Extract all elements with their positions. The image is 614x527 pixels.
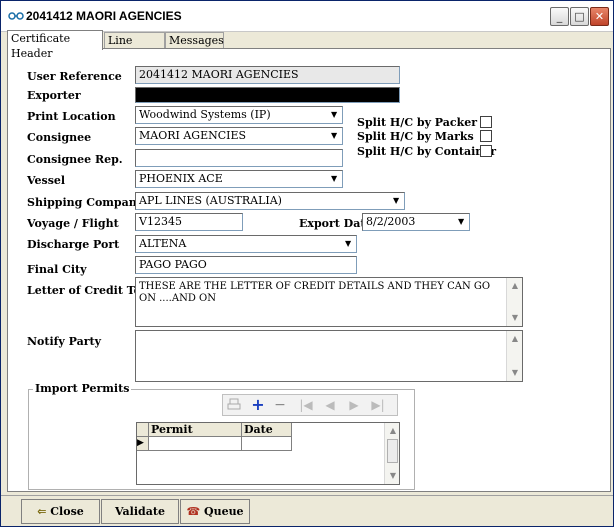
first-record-icon[interactable]: |◀ — [295, 396, 317, 414]
tab-line-items[interactable]: Line Items — [104, 32, 165, 62]
row-header-corner — [137, 423, 149, 437]
scroll-down-icon[interactable]: ▼ — [508, 366, 522, 380]
scroll-up-icon[interactable]: ▲ — [386, 424, 400, 438]
discharge-port-value: ALTENA — [139, 237, 187, 250]
remove-permit-button[interactable]: − — [269, 396, 291, 414]
permits-navigator: + − |◀ ◀ ▶ ▶| — [222, 394, 398, 416]
consignee-select[interactable]: MAORI AGENCIES — [135, 127, 343, 145]
print-location-value: Woodwind Systems (IP) — [139, 108, 271, 121]
row-marker-icon: ▶ — [137, 437, 149, 451]
title-bar: 2041412 MAORI AGENCIES _ □ ✕ — [1, 1, 613, 32]
permits-grid-scrollbar[interactable]: ▲ ▼ — [384, 423, 399, 484]
chevron-down-icon[interactable] — [454, 214, 469, 230]
import-permits-title: Import Permits — [33, 382, 132, 395]
letter-of-credit-textarea[interactable]: THESE ARE THE LETTER OF CREDIT DETAILS A… — [135, 277, 523, 327]
permit-number-header[interactable]: Permit Number — [149, 423, 242, 449]
notify-party-scrollbar[interactable]: ▲ ▼ — [506, 331, 522, 381]
voyage-flight-label: Voyage / Flight — [27, 217, 119, 230]
queue-button-label: Queue It — [203, 505, 244, 518]
print-icon[interactable] — [223, 396, 245, 414]
split-marks-label: Split H/C by Marks — [357, 130, 474, 143]
scroll-down-icon[interactable]: ▼ — [386, 469, 400, 483]
window-title: 2041412 MAORI AGENCIES — [26, 9, 182, 23]
prev-record-icon[interactable]: ◀ — [319, 396, 341, 414]
export-date-select[interactable]: 8/2/2003 — [362, 213, 470, 231]
consignee-value: MAORI AGENCIES — [139, 129, 247, 142]
exit-icon: ⇐ — [37, 505, 47, 518]
user-reference-label: User Reference — [27, 70, 122, 83]
tab-messages[interactable]: Messages — [165, 32, 224, 49]
date-cell[interactable] — [242, 437, 292, 451]
application-window: 2041412 MAORI AGENCIES _ □ ✕ Certificate… — [0, 0, 614, 527]
phone-icon: ☎ — [186, 505, 201, 518]
last-record-icon[interactable]: ▶| — [367, 396, 389, 414]
notify-party-textarea[interactable]: ▲ ▼ — [135, 330, 523, 382]
maximize-button[interactable]: □ — [570, 7, 589, 26]
chevron-down-icon[interactable] — [389, 193, 404, 209]
minimize-button[interactable]: _ — [550, 7, 569, 26]
chevron-down-icon[interactable] — [327, 107, 342, 123]
certificate-header-panel: User Reference 2041412 MAORI AGENCIES Ex… — [7, 48, 611, 492]
vessel-value: PHOENIX ACE — [139, 172, 223, 185]
footer-bar: ⇐ Close Validate ☎ Queue It — [1, 495, 613, 526]
app-icon — [8, 12, 24, 20]
consignee-label: Consignee — [27, 131, 92, 144]
letter-of-credit-text: THESE ARE THE LETTER OF CREDIT DETAILS A… — [139, 281, 491, 304]
shipping-company-select[interactable]: APL LINES (AUSTRALIA) — [135, 192, 405, 210]
split-container-checkbox[interactable] — [480, 145, 492, 157]
letter-of-credit-scrollbar[interactable]: ▲ ▼ — [506, 278, 522, 326]
notify-party-label: Notify Party — [27, 335, 101, 348]
vessel-label: Vessel — [27, 174, 66, 187]
chevron-down-icon[interactable] — [327, 128, 342, 144]
import-permits-group: Import Permits + − |◀ ◀ ▶ ▶| Permit Numb… — [28, 382, 415, 490]
close-button-label: Close — [50, 505, 84, 518]
user-reference-field[interactable]: 2041412 MAORI AGENCIES — [135, 66, 400, 84]
discharge-port-select[interactable]: ALTENA — [135, 235, 357, 253]
tab-certificate-header[interactable]: Certificate Header — [7, 30, 103, 60]
consignee-rep-field[interactable] — [135, 149, 343, 167]
split-packer-label: Split H/C by Packer — [357, 116, 478, 129]
vessel-select[interactable]: PHOENIX ACE — [135, 170, 343, 188]
scroll-thumb[interactable] — [387, 439, 398, 463]
export-date-value: 8/2/2003 — [366, 215, 416, 228]
final-city-field[interactable]: PAGO PAGO — [135, 256, 357, 274]
scroll-down-icon[interactable]: ▼ — [508, 311, 522, 325]
exporter-field[interactable] — [135, 87, 400, 103]
validate-button-label: Validate — [115, 505, 165, 518]
date-header[interactable]: Date — [242, 423, 292, 437]
shipping-company-label: Shipping Company — [27, 196, 144, 209]
discharge-port-label: Discharge Port — [27, 238, 120, 251]
next-record-icon[interactable]: ▶ — [343, 396, 365, 414]
permits-grid[interactable]: Permit Number Date ▶ ▲ ▼ — [136, 422, 400, 485]
exporter-label: Exporter — [27, 89, 81, 102]
final-city-label: Final City — [27, 263, 87, 276]
permit-number-cell[interactable] — [149, 437, 242, 451]
queue-button[interactable]: ☎ Queue It — [180, 499, 250, 524]
scroll-up-icon[interactable]: ▲ — [508, 332, 522, 346]
print-location-select[interactable]: Woodwind Systems (IP) — [135, 106, 343, 124]
letter-of-credit-label: Letter of Credit Text — [27, 284, 153, 297]
close-window-button[interactable]: ✕ — [590, 7, 609, 26]
print-location-label: Print Location — [27, 110, 116, 123]
chevron-down-icon[interactable] — [327, 171, 342, 187]
consignee-rep-label: Consignee Rep. — [27, 153, 123, 166]
add-permit-button[interactable]: + — [247, 396, 269, 414]
shipping-company-value: APL LINES (AUSTRALIA) — [139, 194, 282, 207]
voyage-flight-field[interactable]: V12345 — [135, 213, 243, 231]
split-marks-checkbox[interactable] — [480, 130, 492, 142]
split-packer-checkbox[interactable] — [480, 116, 492, 128]
validate-button[interactable]: Validate — [101, 499, 179, 524]
close-button[interactable]: ⇐ Close — [21, 499, 100, 524]
split-container-label: Split H/C by Container — [357, 145, 497, 158]
chevron-down-icon[interactable] — [341, 236, 356, 252]
scroll-up-icon[interactable]: ▲ — [508, 279, 522, 293]
